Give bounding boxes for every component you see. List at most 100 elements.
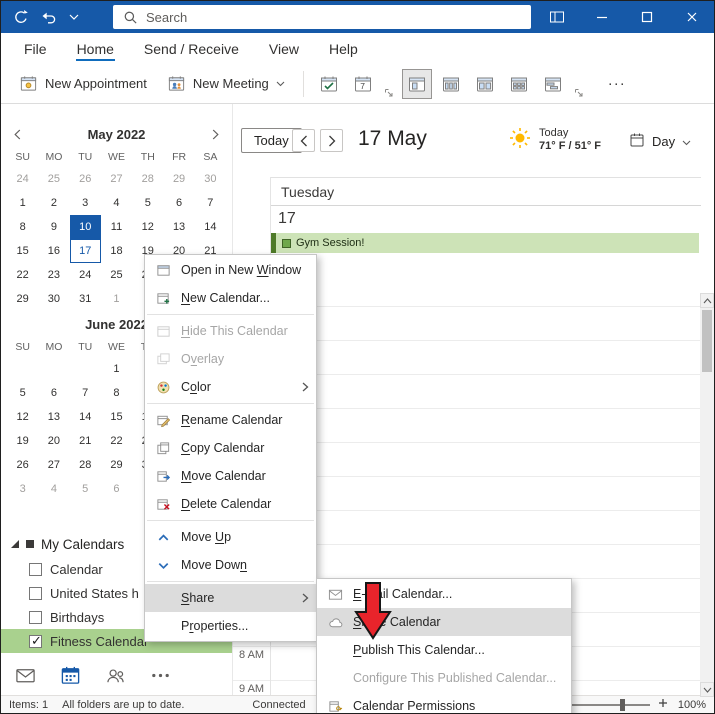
minical-day[interactable]: 5: [132, 191, 163, 215]
context-menu-item[interactable]: Move Down: [145, 551, 316, 582]
more-modules-icon[interactable]: [150, 665, 171, 686]
window-layout-icon[interactable]: [534, 1, 579, 33]
context-menu-item[interactable]: Rename Calendar: [145, 406, 316, 434]
minical-day[interactable]: 3: [70, 191, 101, 215]
minical-day[interactable]: 24: [7, 167, 38, 191]
minical-day[interactable]: 13: [163, 215, 194, 239]
minical-day[interactable]: 22: [7, 263, 38, 287]
ribbon-overflow-button[interactable]: ···: [608, 75, 626, 92]
minical-day[interactable]: 15: [7, 239, 38, 263]
context-menu-item[interactable]: Move Up: [145, 523, 316, 551]
minical-day[interactable]: 7: [70, 381, 101, 405]
menu-tab[interactable]: Home: [62, 33, 129, 64]
minical-day[interactable]: 8: [101, 381, 132, 405]
minical-day[interactable]: 24: [70, 263, 101, 287]
minical-day[interactable]: 17: [70, 239, 101, 263]
context-menu-item[interactable]: Delete Calendar: [145, 490, 316, 521]
people-module-icon[interactable]: [105, 665, 126, 686]
minical-day[interactable]: 2: [38, 191, 69, 215]
minical-day[interactable]: [7, 357, 38, 381]
minical-day[interactable]: 12: [132, 215, 163, 239]
mail-module-icon[interactable]: [15, 665, 36, 686]
minical-day[interactable]: 18: [101, 239, 132, 263]
submenu-item[interactable]: Configure This Published Calendar...: [317, 664, 571, 692]
minical-day[interactable]: 28: [70, 453, 101, 477]
scroll-up-icon[interactable]: [700, 293, 714, 308]
minical-day[interactable]: 19: [7, 429, 38, 453]
minical-day[interactable]: 26: [7, 453, 38, 477]
scrollbar-thumb[interactable]: [702, 310, 712, 372]
ribbon-next7days-icon[interactable]: 7: [348, 69, 378, 99]
minimize-button[interactable]: [579, 1, 624, 33]
previous-day-button[interactable]: [292, 129, 315, 152]
calendar-checkbox[interactable]: [29, 586, 42, 600]
minical-day[interactable]: 4: [101, 191, 132, 215]
minical-day[interactable]: [38, 357, 69, 381]
minical-day[interactable]: 30: [38, 287, 69, 311]
minical-day[interactable]: 21: [70, 429, 101, 453]
minical-day[interactable]: 1: [7, 191, 38, 215]
minical-day[interactable]: 5: [70, 477, 101, 501]
minical-day[interactable]: 4: [38, 477, 69, 501]
next-month-button[interactable]: [212, 129, 219, 140]
minical-day[interactable]: 5: [7, 381, 38, 405]
next-day-button[interactable]: [320, 129, 343, 152]
minical-day[interactable]: 1: [101, 357, 132, 381]
minical-day[interactable]: 14: [195, 215, 226, 239]
minical-day[interactable]: 1: [101, 287, 132, 311]
minical-day[interactable]: 22: [101, 429, 132, 453]
ribbon-month-icon[interactable]: [504, 69, 534, 99]
calendar-event[interactable]: Gym Session!: [271, 233, 699, 253]
minical-day[interactable]: 14: [70, 405, 101, 429]
search-input[interactable]: Search: [113, 5, 531, 29]
context-menu-item[interactable]: Move Calendar: [145, 462, 316, 490]
minical-day[interactable]: 29: [7, 287, 38, 311]
minical-day[interactable]: 25: [38, 167, 69, 191]
maximize-button[interactable]: [624, 1, 669, 33]
minical-day[interactable]: 27: [38, 453, 69, 477]
ribbon-day-view-icon[interactable]: [401, 68, 432, 99]
ribbon-week-icon[interactable]: [470, 69, 500, 99]
ribbon-today-icon[interactable]: [314, 69, 344, 99]
minical-day[interactable]: 20: [38, 429, 69, 453]
minical-day[interactable]: 12: [7, 405, 38, 429]
minical-day[interactable]: 29: [163, 167, 194, 191]
scroll-down-icon[interactable]: [700, 682, 714, 697]
weather-widget[interactable]: Today 71° F / 51° F: [509, 127, 601, 154]
zoom-slider[interactable]: [568, 698, 650, 711]
menu-tab[interactable]: View: [254, 33, 314, 64]
minical-day[interactable]: 3: [7, 477, 38, 501]
calendar-checkbox[interactable]: [29, 610, 42, 624]
prev-month-button[interactable]: [14, 129, 21, 140]
zoom-slider-thumb[interactable]: [620, 698, 625, 711]
dialog-launcher-icon[interactable]: [384, 88, 394, 98]
ribbon-schedule-view-icon[interactable]: [538, 69, 568, 99]
new-meeting-button[interactable]: New Meeting: [157, 69, 295, 99]
context-menu-item[interactable]: Share: [145, 584, 316, 612]
send-receive-icon[interactable]: [13, 9, 29, 25]
context-menu-item[interactable]: New Calendar...: [145, 284, 316, 315]
minical-day[interactable]: [70, 357, 101, 381]
minical-day[interactable]: 26: [70, 167, 101, 191]
calendar-checkbox[interactable]: [29, 562, 42, 576]
submenu-item[interactable]: Calendar Permissions: [317, 692, 571, 713]
minical-day[interactable]: 6: [163, 191, 194, 215]
minical-day[interactable]: 6: [101, 477, 132, 501]
minical-day[interactable]: 10: [69, 215, 101, 239]
context-menu-item[interactable]: Hide This Calendar: [145, 317, 316, 345]
minical-day[interactable]: 30: [195, 167, 226, 191]
calendar-module-icon[interactable]: [60, 665, 81, 686]
zoom-in-button[interactable]: [658, 698, 668, 711]
minical-day[interactable]: 23: [38, 263, 69, 287]
vertical-scrollbar[interactable]: [700, 293, 714, 697]
minical-day[interactable]: 31: [70, 287, 101, 311]
context-menu-item[interactable]: Properties...: [145, 612, 316, 640]
qat-chevron-down-icon[interactable]: [69, 14, 79, 20]
menu-tab[interactable]: Help: [314, 33, 373, 64]
minical-day[interactable]: 8: [7, 215, 38, 239]
minical-day[interactable]: 7: [195, 191, 226, 215]
minical-day[interactable]: 9: [38, 215, 69, 239]
minical-day[interactable]: 29: [101, 453, 132, 477]
undo-icon[interactable]: [41, 9, 57, 25]
minical-day[interactable]: 27: [101, 167, 132, 191]
